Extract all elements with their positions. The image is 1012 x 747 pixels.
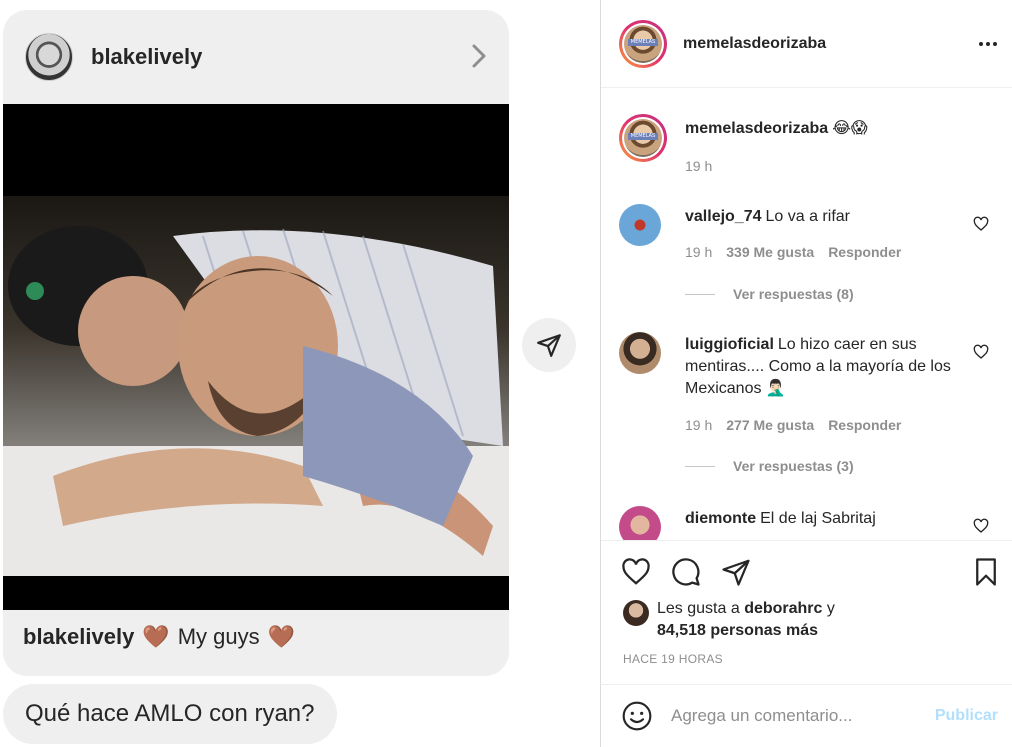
send-button[interactable] xyxy=(522,318,576,372)
message-bubble: Qué hace AMLO con ryan? xyxy=(3,684,337,744)
comments-panel: memelasdeorizaba memelasdeorizaba😂😱 19 h xyxy=(600,0,1012,747)
photo-illustration xyxy=(3,226,509,576)
comment-body: diemonte El de laj Sabritaj xyxy=(685,508,975,530)
author-avatar-ring[interactable] xyxy=(619,19,667,68)
comment-text: Lo va a rifar xyxy=(765,208,850,225)
post-photo[interactable] xyxy=(3,104,509,610)
caption-text: My guys xyxy=(177,624,260,649)
emoji-icon[interactable] xyxy=(621,700,653,732)
heart-icon[interactable] xyxy=(973,216,989,232)
likes-text: Les gusta a deborahrc y 84,518 personas … xyxy=(657,598,917,642)
comment-avatar[interactable] xyxy=(619,204,661,246)
comment-time: 19 h xyxy=(685,417,713,433)
brown-heart-emoji: 🤎 xyxy=(142,624,170,649)
comment-likes[interactable]: 277 Me gusta xyxy=(726,417,814,433)
author-avatar[interactable] xyxy=(624,24,662,63)
comment-username[interactable]: luiggioficial xyxy=(685,336,774,353)
comment-avatar[interactable] xyxy=(619,506,661,540)
caption-author[interactable]: memelasdeorizaba xyxy=(685,120,828,137)
likes-suffix: y xyxy=(826,600,835,617)
view-replies-label: Ver respuestas (3) xyxy=(733,458,854,474)
replies-divider xyxy=(685,465,715,467)
shared-post-avatar[interactable] xyxy=(25,33,73,81)
caption-username[interactable]: blakelively xyxy=(23,624,134,650)
comment-avatar[interactable] xyxy=(619,332,661,374)
likes-summary: Les gusta a deborahrc y 84,518 personas … xyxy=(623,598,917,642)
reply-button[interactable]: Responder xyxy=(828,244,901,260)
comment-username[interactable]: vallejo_74 xyxy=(685,208,762,225)
bookmark-icon[interactable] xyxy=(971,557,1001,587)
chevron-right-icon[interactable] xyxy=(471,43,487,69)
share-icon[interactable] xyxy=(721,557,751,587)
author-username[interactable]: memelasdeorizaba xyxy=(683,35,826,53)
liker-avatar[interactable] xyxy=(623,600,649,626)
comment-text: El de laj Sabritaj xyxy=(760,510,876,527)
post-header: memelasdeorizaba xyxy=(601,0,1012,88)
likes-count[interactable]: 84,518 personas más xyxy=(657,622,818,639)
caption-emoji: 😂😱 xyxy=(832,120,868,137)
caption-avatar-ring[interactable] xyxy=(619,114,667,162)
photo-scene xyxy=(3,196,509,576)
comment-username[interactable]: diemonte xyxy=(685,510,756,527)
comment-meta: 19 h 339 Me gusta Responder xyxy=(685,244,901,260)
replies-divider xyxy=(685,293,715,295)
add-comment-bar: Publicar xyxy=(600,684,1012,747)
instagram-post-view: blakelively blakelively 🤎 My guys 🤎 Qué … xyxy=(0,0,1012,747)
comment-body: luiggioficial Lo hizo caer en sus mentira… xyxy=(685,334,975,400)
caption-body: memelasdeorizaba 😂😱 xyxy=(685,118,975,140)
comment-icon[interactable] xyxy=(671,557,701,587)
heart-icon[interactable] xyxy=(973,518,989,534)
comment-input[interactable] xyxy=(671,706,921,726)
likes-prefix: Les gusta a xyxy=(657,600,740,617)
publish-button[interactable]: Publicar xyxy=(935,707,998,725)
shared-post-caption: blakelively 🤎 My guys 🤎 xyxy=(23,624,295,650)
shared-post-header[interactable]: blakelively xyxy=(3,10,509,104)
comment-item: luiggioficial Lo hizo caer en sus mentira… xyxy=(619,332,1009,482)
shared-post-card[interactable]: blakelively blakelively 🤎 My guys 🤎 xyxy=(3,10,509,676)
caption-avatar[interactable] xyxy=(624,119,662,157)
heart-icon[interactable] xyxy=(621,557,651,587)
media-column: blakelively blakelively 🤎 My guys 🤎 Qué … xyxy=(0,0,600,747)
reply-button[interactable]: Responder xyxy=(828,417,901,433)
send-icon xyxy=(537,334,561,357)
comment-item: vallejo_74 Lo va a rifar 19 h 339 Me gust… xyxy=(619,204,1009,314)
author-caption: memelasdeorizaba😂😱 19 h xyxy=(619,114,1009,184)
liker-username[interactable]: deborahrc xyxy=(744,600,822,617)
post-timestamp: HACE 19 HORAS xyxy=(623,652,723,666)
more-icon[interactable] xyxy=(979,34,999,54)
heart-icon[interactable] xyxy=(973,344,989,360)
view-replies-label: Ver respuestas (8) xyxy=(733,286,854,302)
comment-time: 19 h xyxy=(685,244,713,260)
comments-list[interactable]: memelasdeorizaba😂😱 19 h vallejo_74Lo va … xyxy=(601,88,1012,540)
brown-heart-emoji-2: 🤎 xyxy=(267,624,296,649)
comment-likes[interactable]: 339 Me gusta xyxy=(726,244,814,260)
caption-meta: 19 h xyxy=(685,158,712,174)
caption-time: 19 h xyxy=(685,158,713,174)
shared-post-username[interactable]: blakelively xyxy=(91,44,202,70)
comment-item: diemonte El de laj Sabritaj xyxy=(619,506,1009,540)
comment-body: vallejo_74 Lo va a rifar xyxy=(685,206,975,228)
comment-meta: 19 h 277 Me gusta Responder xyxy=(685,417,901,433)
view-replies-button[interactable]: Ver respuestas (3) xyxy=(685,458,854,474)
view-replies-button[interactable]: Ver respuestas (8) xyxy=(685,286,854,302)
